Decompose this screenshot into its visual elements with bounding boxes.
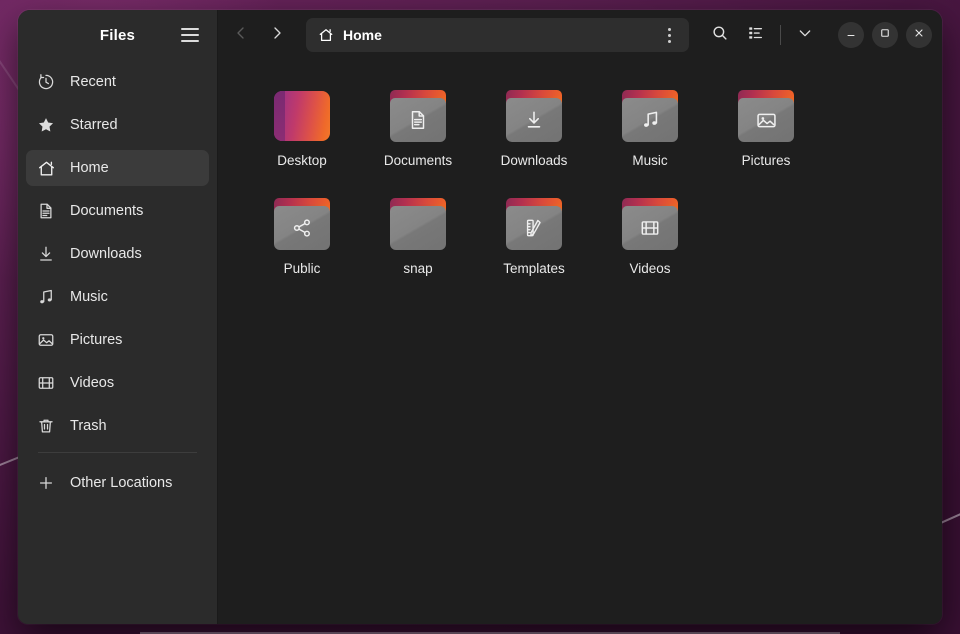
path-bar[interactable]: Home	[306, 18, 689, 52]
search-button[interactable]	[703, 18, 737, 52]
plus-icon	[36, 473, 56, 493]
file-label: Documents	[383, 153, 453, 168]
folder-icon	[619, 88, 681, 144]
file-label: Music	[632, 153, 668, 168]
clock-icon	[36, 72, 56, 92]
minimize-icon	[845, 26, 857, 44]
toolbar-separator	[780, 25, 781, 45]
sidebar-item-other-locations[interactable]: Other Locations	[26, 465, 209, 501]
ruler-pencil-icon	[506, 206, 562, 250]
sidebar-item-label: Pictures	[70, 332, 123, 348]
download-icon	[506, 98, 562, 142]
folder-icon	[503, 88, 565, 144]
breadcrumb: Home	[343, 27, 382, 43]
download-icon	[36, 244, 56, 264]
folder-icon	[503, 196, 565, 252]
chevron-down-icon	[797, 25, 813, 46]
folder-icon	[271, 196, 333, 252]
chevron-left-icon	[233, 25, 249, 46]
sidebar-item-label: Trash	[70, 418, 107, 434]
sidebar-item-label: Home	[70, 160, 109, 176]
film-icon	[36, 373, 56, 393]
sidebar-item-label: Other Locations	[70, 475, 173, 491]
search-icon	[711, 24, 729, 47]
desktop-folder-icon	[271, 88, 333, 144]
sidebar-item-label: Music	[70, 289, 108, 305]
file-item-videos[interactable]: Videos	[592, 190, 708, 286]
folder-icon	[735, 88, 797, 144]
kebab-menu-icon[interactable]	[659, 24, 679, 46]
sidebar-item-label: Recent	[70, 74, 116, 90]
maximize-icon	[879, 26, 891, 44]
sidebar-header: Files	[18, 10, 217, 60]
sidebar-item-downloads[interactable]: Downloads	[26, 236, 209, 272]
home-icon	[318, 27, 334, 43]
sidebar-item-starred[interactable]: Starred	[26, 107, 209, 143]
image-icon	[738, 98, 794, 142]
minimize-button[interactable]	[838, 22, 864, 48]
star-icon	[36, 115, 56, 135]
file-label: Templates	[503, 261, 565, 276]
file-item-desktop[interactable]: Desktop	[244, 82, 360, 178]
sidebar-item-label: Downloads	[70, 246, 142, 262]
forward-button[interactable]	[260, 18, 294, 52]
sidebar-item-pictures[interactable]: Pictures	[26, 322, 209, 358]
folder-icon	[619, 196, 681, 252]
sidebar-item-label: Starred	[70, 117, 118, 133]
maximize-button[interactable]	[872, 22, 898, 48]
file-item-snap[interactable]: snap	[360, 190, 476, 286]
app-title: Files	[99, 26, 136, 44]
folder-icon	[387, 196, 449, 252]
home-icon	[36, 158, 56, 178]
close-button[interactable]	[906, 22, 932, 48]
sidebar-item-home[interactable]: Home	[26, 150, 209, 186]
header-bar: Home	[218, 10, 942, 60]
file-item-public[interactable]: Public	[244, 190, 360, 286]
file-label: Public	[283, 261, 321, 276]
desktop-background: Files Recent Starred Home Documents Down…	[0, 0, 960, 634]
view-options-dropdown[interactable]	[788, 18, 822, 52]
file-label: Videos	[629, 261, 671, 276]
document-icon	[36, 201, 56, 221]
sidebar-item-recent[interactable]: Recent	[26, 64, 209, 100]
sidebar-item-music[interactable]: Music	[26, 279, 209, 315]
image-icon	[36, 330, 56, 350]
file-item-documents[interactable]: Documents	[360, 82, 476, 178]
view-mode-button[interactable]	[739, 18, 773, 52]
sidebar-item-label: Videos	[70, 375, 115, 391]
file-label: Downloads	[500, 153, 568, 168]
file-grid: Desktop Documents Downloads Music Pictur…	[218, 60, 942, 624]
film-icon	[622, 206, 678, 250]
hamburger-icon[interactable]	[181, 24, 203, 46]
document-icon	[390, 98, 446, 142]
folder-icon	[387, 88, 449, 144]
sidebar-item-trash[interactable]: Trash	[26, 408, 209, 444]
window-controls	[838, 22, 932, 48]
music-note-icon	[36, 287, 56, 307]
sidebar-item-label: Documents	[70, 203, 144, 219]
back-button[interactable]	[224, 18, 258, 52]
file-label: Pictures	[741, 153, 791, 168]
share-icon	[274, 206, 330, 250]
sidebar-item-videos[interactable]: Videos	[26, 365, 209, 401]
close-icon	[913, 26, 925, 44]
file-label: Desktop	[277, 153, 327, 168]
file-item-pictures[interactable]: Pictures	[708, 82, 824, 178]
file-item-downloads[interactable]: Downloads	[476, 82, 592, 178]
content-pane: Home Desktop Documents Downloads Music P…	[218, 10, 942, 624]
file-item-music[interactable]: Music	[592, 82, 708, 178]
trash-icon	[36, 416, 56, 436]
sidebar-divider	[38, 452, 197, 453]
sidebar-list: Recent Starred Home Documents Downloads …	[18, 60, 217, 508]
music-note-icon	[622, 98, 678, 142]
file-label: snap	[403, 261, 433, 276]
sidebar: Files Recent Starred Home Documents Down…	[18, 10, 218, 624]
chevron-right-icon	[269, 25, 285, 46]
list-view-icon	[747, 24, 765, 47]
file-item-templates[interactable]: Templates	[476, 190, 592, 286]
files-window: Files Recent Starred Home Documents Down…	[18, 10, 942, 624]
sidebar-item-documents[interactable]: Documents	[26, 193, 209, 229]
